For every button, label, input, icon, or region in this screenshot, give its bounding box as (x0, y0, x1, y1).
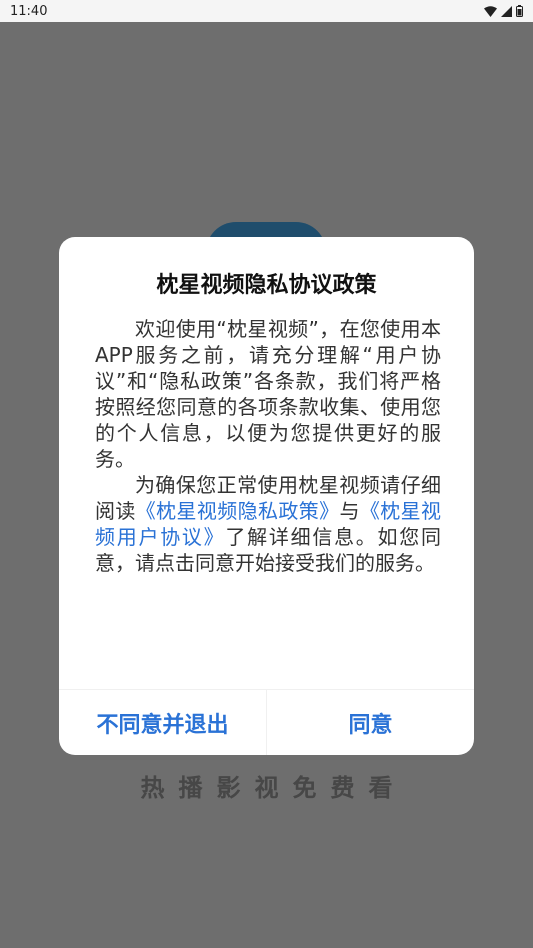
dialog-body: 欢迎使用“枕星视频”，在您使用本APP服务之前，请充分理解“用户协议”和“隐私政… (95, 316, 441, 576)
paragraph-2-mid: 与 (339, 499, 360, 523)
decline-exit-button[interactable]: 不同意并退出 (59, 690, 267, 755)
splash-tagline: 热播影视免费看 (140, 774, 407, 802)
dialog-footer: 不同意并退出 同意 (59, 689, 474, 755)
status-icons (484, 5, 523, 17)
dialog-paragraph-1: 欢迎使用“枕星视频”，在您使用本APP服务之前，请充分理解“用户协议”和“隐私政… (95, 317, 441, 471)
privacy-policy-link[interactable]: 《枕星视频隐私政策》 (136, 499, 340, 523)
privacy-dialog: 枕星视频隐私协议政策 欢迎使用“枕星视频”，在您使用本APP服务之前，请充分理解… (59, 237, 474, 755)
signal-icon (501, 5, 512, 17)
agree-button[interactable]: 同意 (267, 690, 474, 755)
battery-icon (516, 5, 523, 17)
wifi-icon (484, 5, 497, 17)
dialog-title: 枕星视频隐私协议政策 (156, 273, 377, 298)
status-bar: 11:40 (0, 0, 533, 22)
dialog-paragraph-2: 为确保您正常使用枕星视频请仔细阅读《枕星视频隐私政策》与《枕星视频用户协议》了解… (95, 472, 441, 576)
status-time: 11:40 (10, 3, 48, 19)
